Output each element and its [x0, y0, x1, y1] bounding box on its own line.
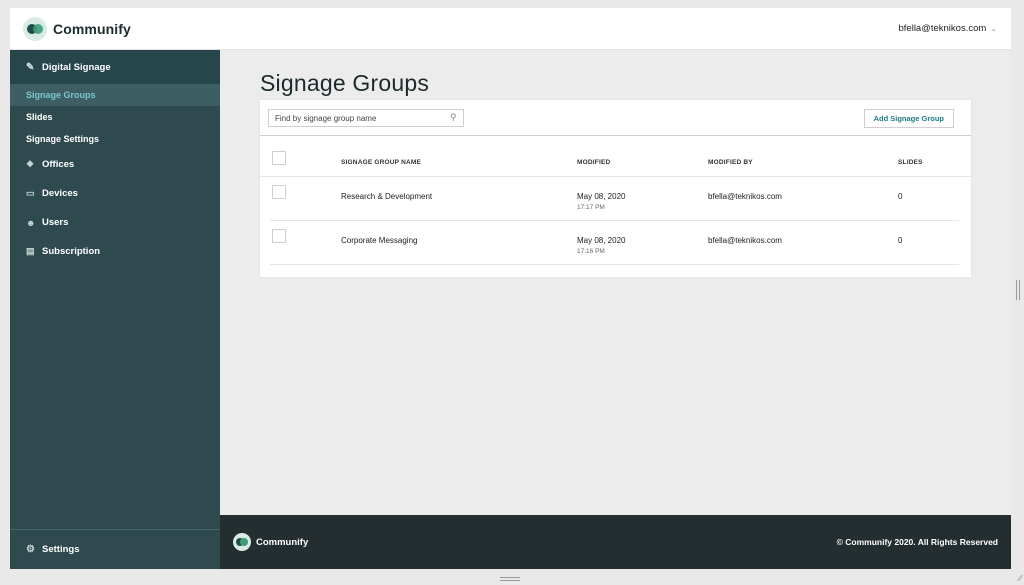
sidebar-item-devices[interactable]: ▭ Devices — [10, 179, 220, 208]
slides-count: 0 — [898, 192, 903, 201]
sidebar-item-label: Users — [42, 217, 69, 228]
column-header-slides[interactable]: SLIDES — [898, 159, 923, 166]
column-header-modified-by[interactable]: MODIFIED BY — [708, 159, 753, 166]
gear-icon: ⚙ — [26, 544, 35, 555]
sidebar: ✎ Digital Signage Signage Groups Slides … — [10, 50, 220, 569]
footer-brand: Communify — [233, 533, 308, 551]
page-title: Signage Groups — [260, 70, 430, 96]
user-email: bfella@teknikos.com — [898, 23, 987, 34]
group-name[interactable]: Corporate Messaging — [341, 236, 417, 245]
sidebar-item-settings[interactable]: ⚙ Settings — [10, 529, 220, 569]
devices-icon: ▭ — [26, 188, 35, 198]
sidebar-item-label: Signage Settings — [26, 134, 100, 144]
sidebar-item-subscription[interactable]: ▤ Subscription — [10, 237, 220, 266]
sidebar-item-label: Signage Groups — [26, 90, 96, 100]
modified-time: 17:17 PM — [577, 204, 605, 211]
sidebar-item-slides[interactable]: Slides — [10, 106, 220, 128]
modified-date: May 08, 2020 — [577, 236, 626, 245]
column-header-modified[interactable]: MODIFIED — [577, 159, 610, 166]
resize-handle-icon[interactable]: ∕∕ — [1019, 573, 1022, 583]
search-input[interactable] — [268, 109, 464, 127]
chevron-down-icon: ⌄ — [990, 24, 997, 33]
users-icon: ☻ — [26, 217, 36, 228]
sidebar-item-label: Slides — [26, 112, 53, 122]
modified-time: 17:16 PM — [577, 248, 605, 255]
copyright-text: © Communify 2020. All Rights Reserved — [836, 537, 998, 547]
footer: Communify © Communify 2020. All Rights R… — [220, 515, 1011, 569]
modified-by: bfella@teknikos.com — [708, 192, 782, 201]
column-header-name[interactable]: SIGNAGE GROUP NAME — [341, 159, 421, 166]
sidebar-section-digital-signage[interactable]: ✎ Digital Signage — [10, 50, 220, 84]
top-bar: Communify bfella@teknikos.com ⌄ — [10, 8, 1011, 50]
table-row[interactable]: Corporate Messaging May 08, 2020 17:16 P… — [270, 221, 959, 265]
select-all-checkbox[interactable] — [272, 151, 286, 165]
table-toolbar: ⚲ Add Signage Group — [260, 100, 971, 136]
slides-count: 0 — [898, 236, 903, 245]
search-icon[interactable]: ⚲ — [450, 112, 457, 123]
group-name[interactable]: Research & Development — [341, 192, 432, 201]
horizontal-resize-grip[interactable] — [500, 577, 520, 581]
sidebar-item-label: Devices — [42, 188, 78, 199]
table-row[interactable]: Research & Development May 08, 2020 17:1… — [270, 177, 959, 221]
user-menu[interactable]: bfella@teknikos.com ⌄ — [899, 23, 998, 34]
modified-date: May 08, 2020 — [577, 192, 626, 201]
communify-logo-icon — [233, 533, 251, 551]
subscription-icon: ▤ — [26, 246, 35, 256]
signage-groups-card: ⚲ Add Signage Group SIGNAGE GROUP NAME M… — [260, 100, 971, 277]
sidebar-item-label: Settings — [42, 544, 80, 555]
vertical-resize-grip[interactable] — [1016, 280, 1020, 300]
row-checkbox[interactable] — [272, 229, 286, 243]
brand[interactable]: Communify — [23, 17, 131, 41]
sidebar-section-label: Digital Signage — [42, 61, 111, 73]
sidebar-item-label: Subscription — [42, 246, 101, 257]
modified-by: bfella@teknikos.com — [708, 236, 782, 245]
sidebar-item-users[interactable]: ☻ Users — [10, 208, 220, 237]
communify-logo-icon — [23, 17, 47, 41]
footer-brand-name: Communify — [256, 536, 309, 548]
table-header: SIGNAGE GROUP NAME MODIFIED MODIFIED BY … — [260, 144, 971, 177]
sidebar-item-offices[interactable]: ❖ Offices — [10, 150, 220, 179]
add-signage-group-button[interactable]: Add Signage Group — [863, 109, 954, 128]
app-window: Communify bfella@teknikos.com ⌄ ✎ Digita… — [10, 8, 1011, 569]
row-checkbox[interactable] — [272, 185, 286, 199]
sidebar-item-label: Offices — [42, 159, 75, 170]
brand-name: Communify — [53, 21, 131, 37]
offices-icon: ❖ — [26, 159, 35, 169]
sidebar-item-signage-groups[interactable]: Signage Groups — [10, 84, 220, 106]
sidebar-item-signage-settings[interactable]: Signage Settings — [10, 128, 220, 150]
pencil-icon: ✎ — [26, 61, 35, 73]
